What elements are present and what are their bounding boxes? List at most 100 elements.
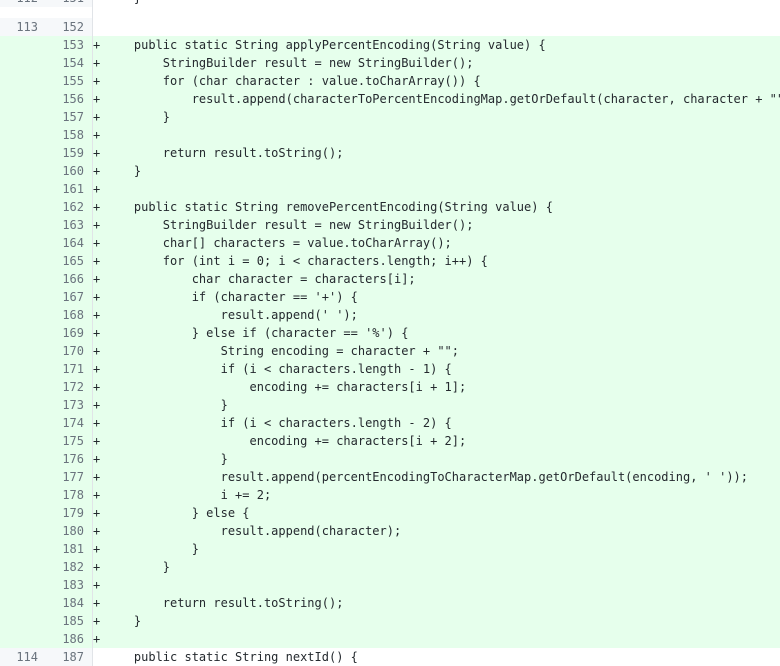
line-number-old[interactable] xyxy=(0,198,46,216)
line-number-old[interactable] xyxy=(0,558,46,576)
diff-code-cell[interactable] xyxy=(93,18,780,36)
line-number-old[interactable] xyxy=(0,612,46,630)
line-number-new[interactable]: 185 xyxy=(46,612,93,630)
line-number-old[interactable] xyxy=(0,630,46,648)
line-number-new[interactable]: 178 xyxy=(46,486,93,504)
line-number-old[interactable] xyxy=(0,162,46,180)
diff-code-cell[interactable]: + } xyxy=(93,558,780,576)
line-number-old[interactable] xyxy=(0,360,46,378)
line-number-new[interactable]: 186 xyxy=(46,630,93,648)
line-number-old[interactable] xyxy=(0,414,46,432)
line-number-old[interactable] xyxy=(0,252,46,270)
line-number-old[interactable] xyxy=(0,72,46,90)
diff-code-cell[interactable]: + return result.toString(); xyxy=(93,144,780,162)
diff-code-cell[interactable]: + xyxy=(93,180,780,198)
line-number-old[interactable] xyxy=(0,396,46,414)
diff-code-cell[interactable]: + } else if (character == '%') { xyxy=(93,324,780,342)
line-number-old[interactable] xyxy=(0,108,46,126)
line-number-old[interactable] xyxy=(0,486,46,504)
line-number-new[interactable]: 151 xyxy=(46,0,93,7)
diff-code-cell[interactable]: + return result.toString(); xyxy=(93,594,780,612)
line-number-new[interactable]: 184 xyxy=(46,594,93,612)
line-number-old[interactable] xyxy=(0,450,46,468)
line-number-new[interactable]: 177 xyxy=(46,468,93,486)
line-number-new[interactable]: 180 xyxy=(46,522,93,540)
line-number-old[interactable] xyxy=(0,576,46,594)
line-number-old[interactable]: 112 xyxy=(0,0,46,7)
diff-code-cell[interactable]: + } else { xyxy=(93,504,780,522)
diff-code-cell[interactable]: + result.append(percentEncodingToCharact… xyxy=(93,468,780,486)
diff-code-cell[interactable]: + result.append(characterToPercentEncodi… xyxy=(93,90,780,108)
line-number-old[interactable] xyxy=(0,522,46,540)
diff-code-cell[interactable]: + if (i < characters.length - 1) { xyxy=(93,360,780,378)
line-number-new[interactable]: 165 xyxy=(46,252,93,270)
diff-code-cell[interactable]: + if (i < characters.length - 2) { xyxy=(93,414,780,432)
diff-code-cell[interactable]: + for (char character : value.toCharArra… xyxy=(93,72,780,90)
line-number-old[interactable] xyxy=(0,378,46,396)
diff-code-cell[interactable]: + StringBuilder result = new StringBuild… xyxy=(93,54,780,72)
line-number-old[interactable] xyxy=(0,126,46,144)
diff-code-cell[interactable]: + encoding += characters[i + 2]; xyxy=(93,432,780,450)
diff-code-cell[interactable]: + StringBuilder result = new StringBuild… xyxy=(93,216,780,234)
line-number-old[interactable]: 113 xyxy=(0,18,46,36)
diff-code-cell[interactable]: public static String nextId() { xyxy=(93,648,780,666)
diff-code-cell[interactable]: + char character = characters[i]; xyxy=(93,270,780,288)
line-number-new[interactable]: 166 xyxy=(46,270,93,288)
diff-code-cell[interactable]: + encoding += characters[i + 1]; xyxy=(93,378,780,396)
line-number-old[interactable] xyxy=(0,270,46,288)
diff-code-cell[interactable]: + result.append(character); xyxy=(93,522,780,540)
diff-code-cell[interactable]: + for (int i = 0; i < characters.length;… xyxy=(93,252,780,270)
line-number-new[interactable]: 183 xyxy=(46,576,93,594)
diff-code-cell[interactable]: + public static String applyPercentEncod… xyxy=(93,36,780,54)
diff-code-cell[interactable]: + } xyxy=(93,612,780,630)
line-number-old[interactable] xyxy=(0,306,46,324)
line-number-old[interactable] xyxy=(0,594,46,612)
line-number-new[interactable]: 159 xyxy=(46,144,93,162)
line-number-new[interactable]: 154 xyxy=(46,54,93,72)
line-number-old[interactable] xyxy=(0,90,46,108)
line-number-new[interactable]: 161 xyxy=(46,180,93,198)
line-number-new[interactable]: 153 xyxy=(46,36,93,54)
line-number-new[interactable]: 155 xyxy=(46,72,93,90)
diff-code-cell[interactable]: + i += 2; xyxy=(93,486,780,504)
line-number-new[interactable]: 156 xyxy=(46,90,93,108)
diff-code-cell[interactable]: + result.append(' '); xyxy=(93,306,780,324)
line-number-new[interactable]: 163 xyxy=(46,216,93,234)
line-number-new[interactable]: 170 xyxy=(46,342,93,360)
diff-code-cell[interactable]: + xyxy=(93,576,780,594)
diff-code-cell[interactable]: + xyxy=(93,630,780,648)
line-number-new[interactable]: 172 xyxy=(46,378,93,396)
line-number-new[interactable]: 157 xyxy=(46,108,93,126)
diff-code-cell[interactable]: + String encoding = character + ""; xyxy=(93,342,780,360)
line-number-new[interactable]: 162 xyxy=(46,198,93,216)
diff-code-cell[interactable]: + } xyxy=(93,162,780,180)
line-number-new[interactable]: 173 xyxy=(46,396,93,414)
line-number-old[interactable] xyxy=(0,288,46,306)
line-number-old[interactable] xyxy=(0,36,46,54)
diff-code-cell[interactable]: + public static String removePercentEnco… xyxy=(93,198,780,216)
line-number-new[interactable]: 187 xyxy=(46,648,93,666)
line-number-new[interactable]: 179 xyxy=(46,504,93,522)
diff-code-cell[interactable]: + } xyxy=(93,396,780,414)
line-number-new[interactable]: 167 xyxy=(46,288,93,306)
line-number-new[interactable]: 181 xyxy=(46,540,93,558)
diff-code-cell[interactable]: + char[] characters = value.toCharArray(… xyxy=(93,234,780,252)
line-number-old[interactable] xyxy=(0,216,46,234)
line-number-new[interactable]: 169 xyxy=(46,324,93,342)
diff-code-cell[interactable]: } xyxy=(93,0,780,7)
line-number-old[interactable] xyxy=(0,504,46,522)
diff-code-cell[interactable]: + } xyxy=(93,450,780,468)
line-number-new[interactable]: 168 xyxy=(46,306,93,324)
line-number-new[interactable]: 160 xyxy=(46,162,93,180)
line-number-new[interactable]: 152 xyxy=(46,18,93,36)
line-number-old[interactable] xyxy=(0,324,46,342)
line-number-new[interactable]: 171 xyxy=(46,360,93,378)
line-number-old[interactable] xyxy=(0,144,46,162)
line-number-new[interactable]: 182 xyxy=(46,558,93,576)
line-number-old[interactable] xyxy=(0,54,46,72)
line-number-new[interactable]: 158 xyxy=(46,126,93,144)
line-number-old[interactable] xyxy=(0,180,46,198)
line-number-old[interactable] xyxy=(0,540,46,558)
line-number-old[interactable] xyxy=(0,432,46,450)
line-number-new[interactable]: 175 xyxy=(46,432,93,450)
